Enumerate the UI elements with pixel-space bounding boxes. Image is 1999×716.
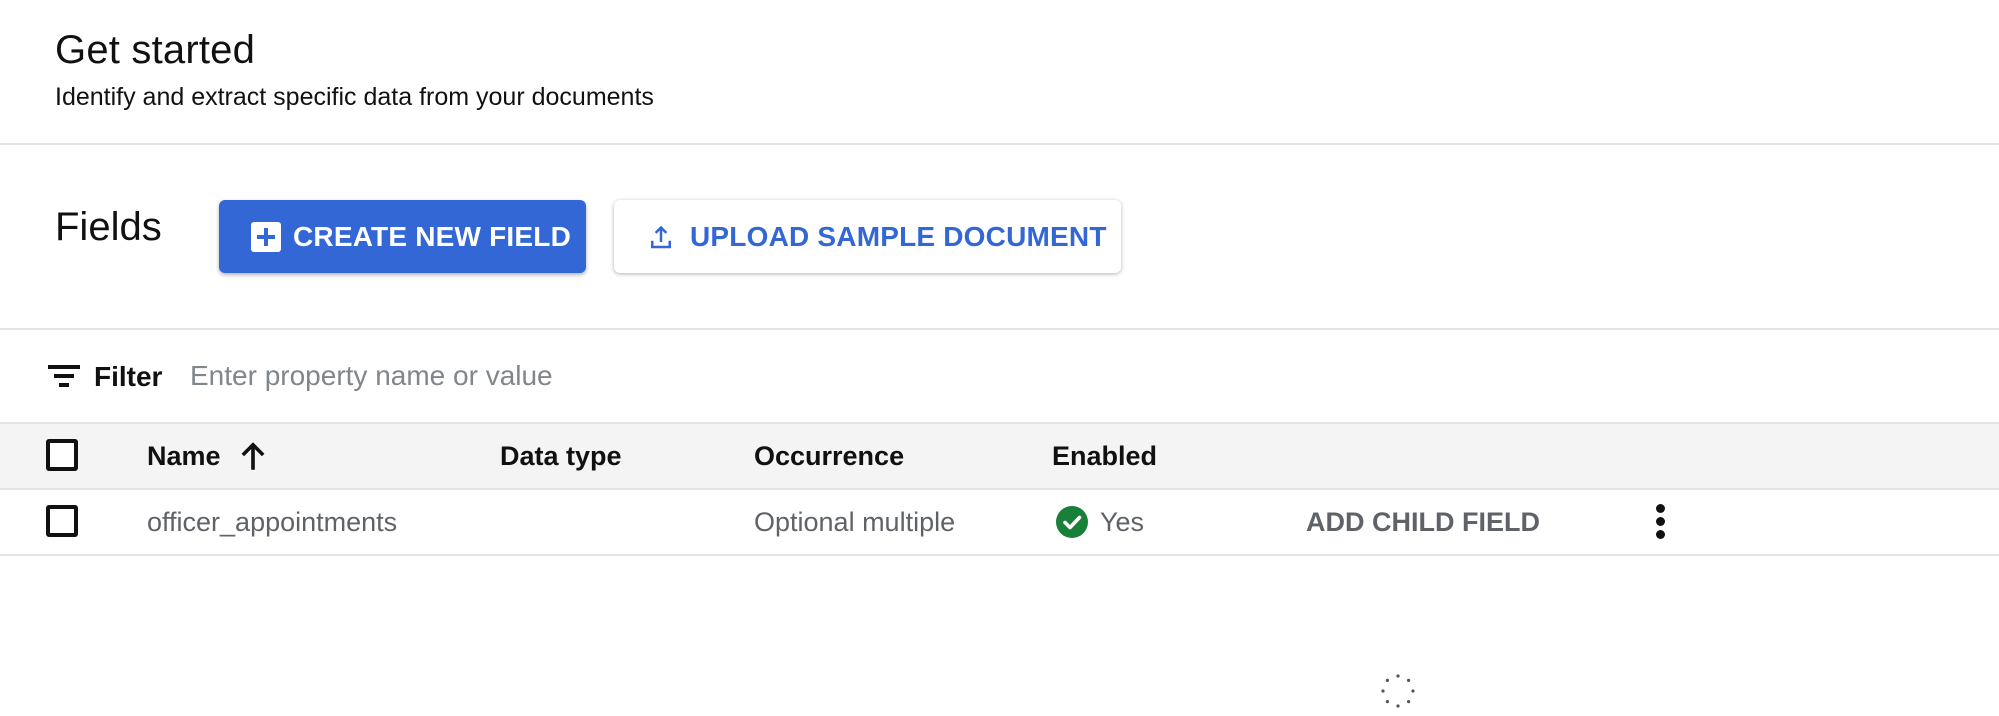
upload-icon bbox=[651, 225, 671, 248]
page-subtitle: Identify and extract specific data from … bbox=[55, 83, 654, 111]
column-header-name-label: Name bbox=[147, 440, 221, 471]
fields-toolbar: Fields CREATE NEW FIELD UPLOAD SAMPLE DO… bbox=[0, 145, 1999, 330]
column-header-data-type[interactable]: Data type bbox=[500, 424, 622, 488]
row-checkbox[interactable] bbox=[46, 505, 78, 537]
field-occurrence: Optional multiple bbox=[754, 506, 956, 537]
filter-list-icon bbox=[48, 365, 80, 387]
create-new-field-button[interactable]: CREATE NEW FIELD bbox=[219, 200, 586, 273]
page-header: Get started Identify and extract specifi… bbox=[0, 0, 1999, 145]
field-enabled-label: Yes bbox=[1100, 506, 1145, 537]
fields-table: Name Data type Occurrence Enabled office… bbox=[0, 422, 1999, 556]
field-name[interactable]: officer_appointments bbox=[147, 490, 397, 554]
table-row[interactable]: officer_appointments Optional multiple Y… bbox=[0, 490, 1999, 556]
fields-section-title: Fields bbox=[55, 205, 162, 249]
add-child-field-button[interactable]: ADD CHILD FIELD bbox=[1306, 490, 1540, 554]
filter-bar: Filter bbox=[0, 330, 1999, 422]
add-box-icon bbox=[251, 221, 281, 252]
upload-sample-document-label: UPLOAD SAMPLE DOCUMENT bbox=[690, 220, 1107, 252]
more-vert-icon[interactable] bbox=[1652, 504, 1668, 544]
create-new-field-label: CREATE NEW FIELD bbox=[293, 220, 572, 252]
loading-spinner-icon bbox=[1381, 674, 1415, 708]
upload-sample-document-button[interactable]: UPLOAD SAMPLE DOCUMENT bbox=[614, 200, 1121, 273]
select-all-checkbox[interactable] bbox=[46, 439, 78, 471]
filter-input[interactable] bbox=[190, 356, 890, 396]
table-header-row: Name Data type Occurrence Enabled bbox=[0, 422, 1999, 490]
check-circle-icon bbox=[1056, 506, 1088, 538]
arrow-upward-icon[interactable] bbox=[239, 440, 267, 472]
filter-label: Filter bbox=[94, 361, 163, 392]
page-title: Get started bbox=[55, 28, 256, 72]
column-header-occurrence[interactable]: Occurrence bbox=[754, 424, 904, 488]
column-header-enabled[interactable]: Enabled bbox=[1052, 424, 1157, 488]
field-enabled: Yes bbox=[1056, 490, 1144, 554]
column-header-name[interactable]: Name bbox=[147, 424, 267, 488]
